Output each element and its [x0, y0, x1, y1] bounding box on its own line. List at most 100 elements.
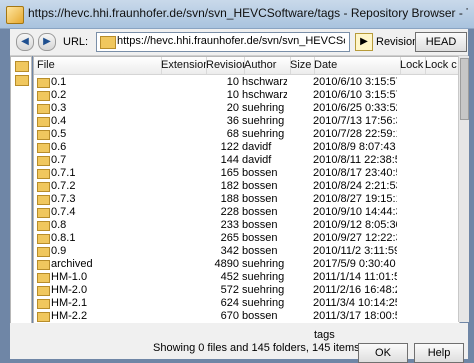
file-revision: 188: [220, 193, 239, 205]
file-revision: 144: [220, 154, 239, 166]
folder-icon: [37, 130, 50, 140]
table-row[interactable]: 0.6 122 davidf 2010/8/9 8:07:43: [34, 141, 459, 154]
folder-icon: [37, 182, 50, 192]
file-revision: 342: [220, 245, 239, 257]
table-row[interactable]: 0.9 342 bossen 2010/11/2 3:11:59: [34, 245, 459, 258]
table-row[interactable]: 0.7.2 182 bossen 2010/8/24 2:21:53: [34, 180, 459, 193]
go-icon[interactable]: ▶: [355, 33, 373, 51]
file-name: archived: [51, 258, 93, 270]
folder-icon: [37, 273, 50, 283]
column-author[interactable]: Author: [241, 57, 291, 74]
folder-icon[interactable]: [15, 75, 29, 86]
file-revision: 233: [220, 219, 239, 231]
file-author: hschwarz: [242, 76, 287, 88]
file-date: 2011/3/4 10:14:25: [313, 297, 397, 309]
file-revision: 20: [226, 102, 239, 114]
file-name: HM-2.2: [51, 310, 88, 322]
url-label: URL:: [63, 36, 89, 48]
revision-button[interactable]: HEAD: [415, 32, 467, 52]
folder-icon: [37, 234, 50, 244]
file-date: 2010/8/11 22:38:53: [313, 154, 397, 166]
file-date: 2010/9/27 12:22:31: [313, 232, 397, 244]
file-revision: 36: [226, 115, 239, 127]
vertical-scrollbar[interactable]: [458, 56, 469, 322]
table-row[interactable]: HM-2.0 572suehring 2011/2/16 16:48:23: [34, 284, 459, 297]
file-name: 0.7.1: [51, 167, 76, 179]
file-author: suehring: [242, 271, 285, 283]
file-name: 0.6: [51, 141, 67, 153]
column-date[interactable]: Date: [311, 57, 401, 74]
ok-button[interactable]: OK: [358, 343, 408, 363]
file-name: 0.7.2: [51, 180, 76, 192]
folder-icon[interactable]: [15, 61, 29, 72]
file-author: hschwarz: [242, 89, 287, 101]
column-revision[interactable]: Revision: [203, 57, 245, 74]
file-list[interactable]: File Extension Revision Author Size Date…: [33, 56, 460, 324]
table-row[interactable]: 0.7.4 228bossen 2010/9/10 14:44:31: [34, 206, 459, 219]
file-author: davidf: [242, 154, 272, 166]
table-row[interactable]: 0.5 68suehring 2010/7/28 22:59:11: [34, 128, 459, 141]
file-revision: 670: [220, 310, 239, 322]
file-author: bossen: [242, 232, 278, 244]
column-extension[interactable]: Extension: [158, 57, 207, 74]
folder-icon: [37, 143, 50, 153]
table-row[interactable]: 0.7.1 165bossen 2010/8/17 23:40:50: [34, 167, 459, 180]
file-date: 2017/5/9 0:30:40: [313, 258, 396, 270]
file-revision: 10: [226, 89, 239, 101]
file-author: bossen: [242, 193, 278, 205]
file-author: suehring: [242, 297, 285, 309]
tree-pane[interactable]: [10, 56, 32, 324]
file-date: 2010/11/2 3:11:59: [313, 245, 397, 257]
table-row[interactable]: 0.8 233 bossen 2010/9/12 8:05:30: [34, 219, 459, 232]
file-name: 0.9: [51, 245, 67, 257]
file-name: 0.5: [51, 128, 67, 140]
file-revision: 624: [220, 297, 239, 309]
window-title: https://hevc.hhi.fraunhofer.de/svn/svn_H…: [28, 6, 468, 20]
table-row[interactable]: archived 4890 suehring 2017/5/9 0:30:40: [34, 258, 459, 271]
file-author: bossen: [242, 206, 278, 218]
column-lock-comment[interactable]: Lock c: [422, 57, 459, 74]
folder-icon: [100, 36, 116, 49]
file-name: 0.1: [51, 76, 67, 88]
file-revision: 572: [220, 284, 239, 296]
back-icon[interactable]: ◀: [16, 33, 34, 51]
file-revision: 452: [220, 271, 239, 283]
folder-icon: [37, 117, 50, 127]
table-row[interactable]: 0.1 10 hschwarz 2010/6/10 3:15:57: [34, 76, 459, 89]
table-row[interactable]: HM-1.0 452 suehring 2011/1/14 11:01:52: [34, 271, 459, 284]
file-name: HM-2.0: [51, 284, 88, 296]
url-input[interactable]: https://hevc.hhi.fraunhofer.de/svn/svn_H…: [96, 32, 350, 52]
file-author: bossen: [242, 245, 278, 257]
table-row[interactable]: 0.3 20 suehring 2010/6/25 0:33:52: [34, 102, 459, 115]
file-date: 2011/1/14 11:01:52: [313, 271, 397, 283]
file-revision: 182: [220, 180, 239, 192]
file-author: bossen: [242, 219, 278, 231]
table-row[interactable]: HM-2.2 670bossen 2011/3/17 18:00:55: [34, 310, 459, 323]
file-author: suehring: [242, 128, 285, 140]
table-row[interactable]: 0.2 10 hschwarz 2010/6/10 3:15:57: [34, 89, 459, 102]
folder-icon: [37, 91, 50, 101]
table-row[interactable]: 0.4 36suehring 2010/7/13 17:56:36: [34, 115, 459, 128]
folder-icon: [37, 286, 50, 296]
file-revision: 68: [226, 128, 239, 140]
file-date: 2011/2/16 16:48:23: [313, 284, 397, 296]
file-author: suehring: [242, 284, 285, 296]
file-name: HM-2.1: [51, 297, 88, 309]
folder-icon: [37, 195, 50, 205]
file-author: bossen: [242, 180, 278, 192]
scrollbar-thumb[interactable]: [460, 58, 469, 120]
table-row[interactable]: HM-2.1 624 suehring 2011/3/4 10:14:25: [34, 297, 459, 310]
column-file[interactable]: File: [34, 57, 162, 74]
title-bar[interactable]: https://hevc.hhi.fraunhofer.de/svn/svn_H…: [0, 0, 474, 29]
table-row[interactable]: 0.7.3 188bossen 2010/8/27 19:15:19: [34, 193, 459, 206]
file-date: 2010/8/9 8:07:43: [313, 141, 396, 153]
table-row[interactable]: 0.7 144davidf 2010/8/11 22:38:53: [34, 154, 459, 167]
forward-icon[interactable]: ▶: [38, 33, 56, 51]
file-date: 2011/3/17 18:00:55: [313, 310, 397, 322]
table-row[interactable]: 0.8.1 265bossen 2010/9/27 12:22:31: [34, 232, 459, 245]
url-value[interactable]: https://hevc.hhi.fraunhofer.de/svn/svn_H…: [117, 35, 345, 47]
file-name: 0.7.3: [51, 193, 76, 205]
file-date: 2010/7/28 22:59:11: [313, 128, 397, 140]
help-button[interactable]: Help: [414, 343, 464, 363]
file-name: 0.8.1: [51, 232, 76, 244]
